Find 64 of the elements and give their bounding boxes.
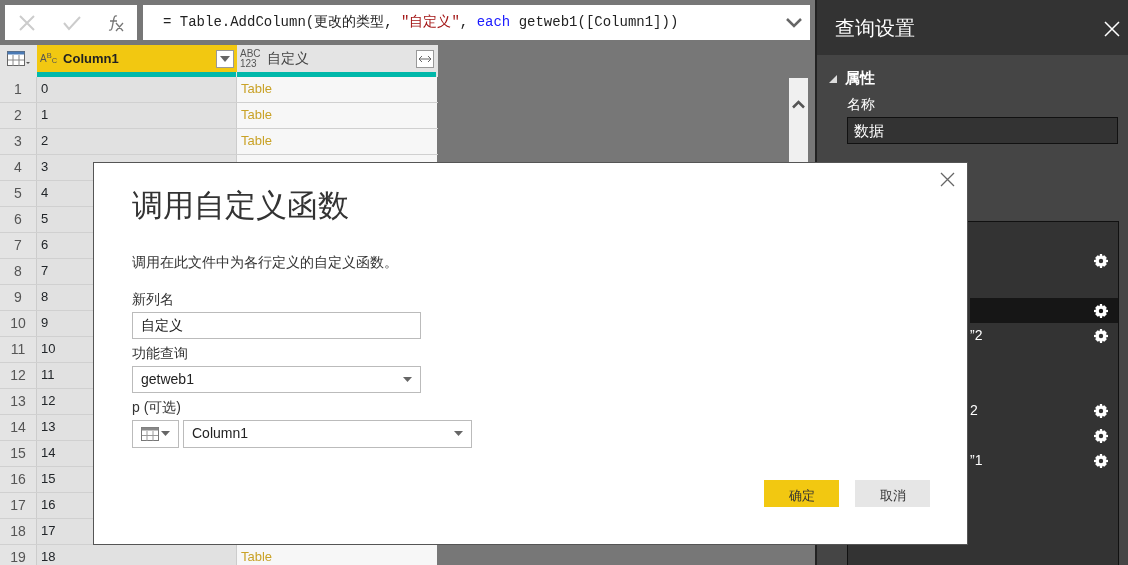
gear-icon[interactable] [1094,328,1108,343]
row-number: 18 [0,519,37,544]
name-field[interactable]: 数据 [847,116,1118,144]
row-number: 14 [0,415,37,440]
type-dropdown[interactable] [132,419,179,448]
caret-icon [220,55,230,62]
caret-icon [403,376,412,382]
dropdown-button[interactable] [216,49,234,68]
cancel-button[interactable]: 取消 [855,480,930,507]
row-number: 13 [0,389,37,414]
caret-icon [161,431,170,436]
row-number: 5 [0,181,37,206]
row-number: 4 [0,155,37,180]
formula-field[interactable]: = Table.AddColumn(更改的类型, "自定义", each getweb1([Column1])) [143,5,810,40]
dropdown-field[interactable]: getweb1 [132,365,421,393]
row-number: 10 [0,311,37,336]
column-header[interactable]: A$^{B}$$_{C}$ Column1 [37,45,237,72]
field-label: p (可选) [132,397,182,417]
table-cell: 18 [37,545,237,565]
scroll-up-icon[interactable] [792,100,805,109]
ok-button[interactable]: 确定 [764,480,839,507]
text-field[interactable]: 自定义 [132,311,421,339]
table-cell: 2 [37,129,237,154]
close-icon[interactable] [940,172,955,187]
table-cell: 1 [37,103,237,128]
row-number: 16 [0,467,37,492]
scrollbar[interactable] [789,78,808,162]
gear-icon[interactable] [1094,253,1108,268]
row-number: 17 [0,493,37,518]
row-number: 11 [0,337,37,362]
gear-icon[interactable] [1094,303,1108,318]
row-number: 19 [0,545,37,565]
caret-icon [454,431,463,436]
gear-icon[interactable] [1094,453,1108,468]
panel-title: 查询设置 [835,15,915,41]
type-icon: ABC 123 [240,48,261,69]
field-label: 功能查询 [132,343,189,363]
expand-icon[interactable] [786,17,802,28]
row-number: 1 [0,77,37,102]
table-cell: 0 [37,77,237,102]
row-number: 7 [0,233,37,258]
row-number: 3 [0,129,37,154]
field-label: 名称 [847,94,876,114]
function-icon[interactable] [107,13,124,32]
dropdown-field[interactable]: Column1 [183,419,472,448]
row-number: 8 [0,259,37,284]
row-number: 15 [0,441,37,466]
step-item[interactable] [970,298,1118,323]
expand-arrows-icon [418,54,432,63]
table-icon[interactable] [6,50,31,67]
row-number: 6 [0,207,37,232]
row-number: 2 [0,103,37,128]
step-item[interactable]: 2 [970,398,1118,423]
table-icon [141,426,159,441]
expand-column-button[interactable] [416,49,434,68]
step-item[interactable]: ”1 [970,448,1118,473]
section-title: 属性 [845,68,875,88]
check-icon[interactable] [63,14,81,31]
gear-icon[interactable] [1094,403,1108,418]
row-number: 12 [0,363,37,388]
step-item[interactable]: ”2 [970,323,1118,348]
gear-icon[interactable] [1094,428,1108,443]
field-label: 新列名 [132,289,175,309]
row-number: 9 [0,285,37,310]
